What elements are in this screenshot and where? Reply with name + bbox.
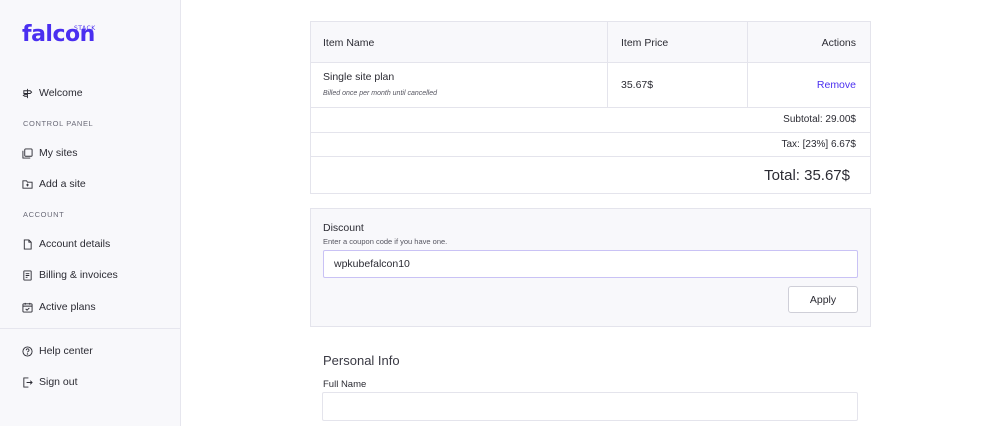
header-item-price: Item Price [621, 37, 669, 49]
discount-title: Discount [323, 222, 364, 234]
nav-help-center-label: Help center [39, 345, 93, 357]
personal-info-title: Personal Info [323, 353, 400, 368]
header-item-name: Item Name [323, 37, 375, 49]
nav-add-site[interactable]: Add a site [22, 175, 86, 193]
row-divider [311, 132, 870, 133]
signpost-icon [22, 88, 33, 98]
sites-icon [22, 147, 33, 159]
item-price: 35.67$ [621, 79, 654, 91]
nav-account-details[interactable]: Account details [22, 235, 110, 253]
cart-header-row [311, 22, 870, 63]
receipt-icon [23, 269, 32, 281]
header-actions: Actions [821, 37, 856, 49]
nav-account-details-label: Account details [39, 238, 111, 250]
help-circle-icon [22, 345, 33, 357]
nav-my-sites-label: My sites [39, 147, 78, 159]
section-control-panel: CONTROL PANEL [23, 119, 94, 128]
item-name: Single site plan [323, 71, 395, 83]
discount-help-text: Enter a coupon code if you have one. [323, 237, 448, 246]
row-divider [311, 156, 870, 157]
nav-add-site-label: Add a site [39, 178, 86, 190]
sidebar-divider [0, 328, 181, 329]
order-total: Total: 35.67$ [764, 167, 850, 184]
item-billing-note: Billed once per month until cancelled [323, 90, 438, 97]
calendar-check-icon [22, 302, 33, 313]
falcon-stack-logo[interactable]: falcon STACK [22, 22, 102, 52]
remove-item-link[interactable]: Remove [817, 79, 856, 91]
document-icon [23, 238, 32, 250]
full-name-input[interactable] [322, 392, 858, 421]
tax: Tax: [23%] 6.67$ [781, 139, 857, 150]
sidebar: falcon STACK Welcome CONTROL PANEL My si… [0, 0, 181, 426]
logo-stack-label: STACK [74, 25, 96, 32]
coupon-code-input[interactable] [323, 250, 858, 278]
row-divider [311, 107, 870, 108]
nav-my-sites[interactable]: My sites [22, 144, 78, 162]
nav-sign-out-label: Sign out [39, 376, 78, 388]
nav-billing-label: Billing & invoices [39, 269, 118, 281]
column-divider [747, 22, 748, 107]
subtotal: Subtotal: 29.00$ [783, 114, 856, 125]
discount-panel: Discount Enter a coupon code if you have… [310, 208, 871, 327]
column-divider [607, 22, 608, 107]
section-account: ACCOUNT [23, 210, 65, 219]
nav-help-center[interactable]: Help center [22, 342, 93, 360]
apply-coupon-button[interactable]: Apply [788, 286, 858, 313]
nav-welcome-label: Welcome [39, 87, 83, 99]
nav-billing-invoices[interactable]: Billing & invoices [22, 266, 118, 284]
nav-welcome[interactable]: Welcome [22, 84, 83, 102]
folder-plus-icon [22, 179, 33, 189]
nav-sign-out[interactable]: Sign out [22, 373, 78, 391]
sign-out-icon [23, 376, 33, 388]
cart-table: Item Name Item Price Actions Single site… [310, 21, 871, 194]
nav-active-plans[interactable]: Active plans [22, 298, 96, 316]
full-name-label: Full Name [323, 379, 367, 390]
nav-active-plans-label: Active plans [39, 301, 96, 313]
